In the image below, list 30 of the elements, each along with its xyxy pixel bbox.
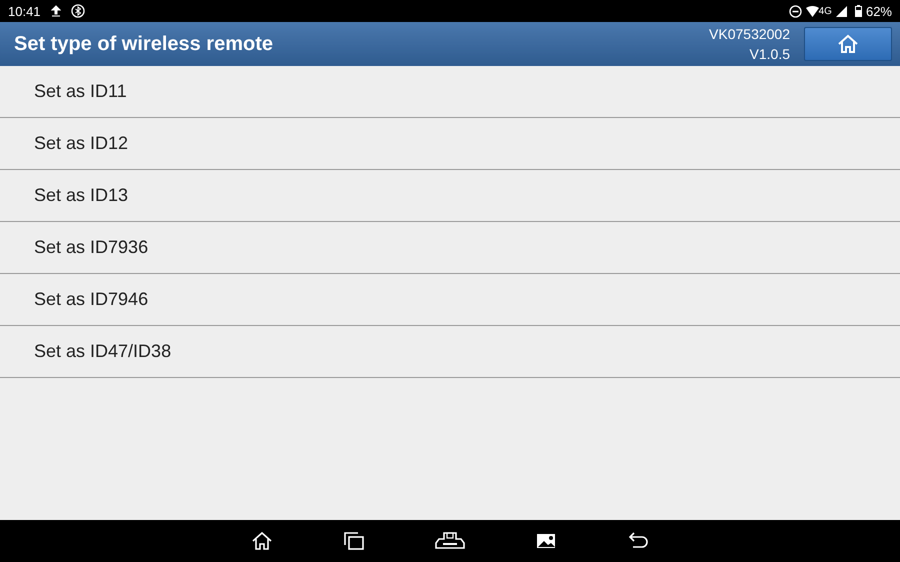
vci-button[interactable] [435, 531, 465, 551]
gallery-button[interactable] [535, 532, 557, 550]
upload-icon [50, 5, 61, 17]
battery-level: 62% [866, 4, 892, 18]
wifi-icon [806, 6, 819, 16]
menu-item[interactable]: Set as ID13 [0, 170, 900, 222]
home-button[interactable] [804, 27, 892, 61]
menu-item[interactable]: Set as ID47/ID38 [0, 326, 900, 378]
menu-item[interactable]: Set as ID7936 [0, 222, 900, 274]
back-button[interactable] [627, 532, 649, 550]
connector-icon [435, 531, 465, 551]
recent-apps-icon [343, 531, 365, 551]
battery-icon [854, 5, 862, 17]
home-icon [837, 34, 859, 54]
recent-apps-button[interactable] [343, 531, 365, 551]
version-label: V1.0.5 [750, 45, 790, 64]
back-icon [627, 532, 649, 550]
signal-icon [836, 6, 847, 16]
menu-item[interactable]: Set as ID12 [0, 118, 900, 170]
menu-item[interactable]: Set as ID7946 [0, 274, 900, 326]
do-not-disturb-icon [788, 4, 802, 18]
network-type: 4G [818, 6, 832, 16]
image-icon [535, 532, 557, 550]
clock: 10:41 [8, 4, 41, 18]
page-title: Set type of wireless remote [14, 32, 274, 56]
home-nav-button[interactable] [251, 531, 273, 551]
menu-item[interactable]: Set as ID11 [0, 66, 900, 118]
serial-number: VK07532002 [709, 25, 790, 44]
bluetooth-icon [70, 4, 85, 18]
home-icon [251, 531, 273, 551]
